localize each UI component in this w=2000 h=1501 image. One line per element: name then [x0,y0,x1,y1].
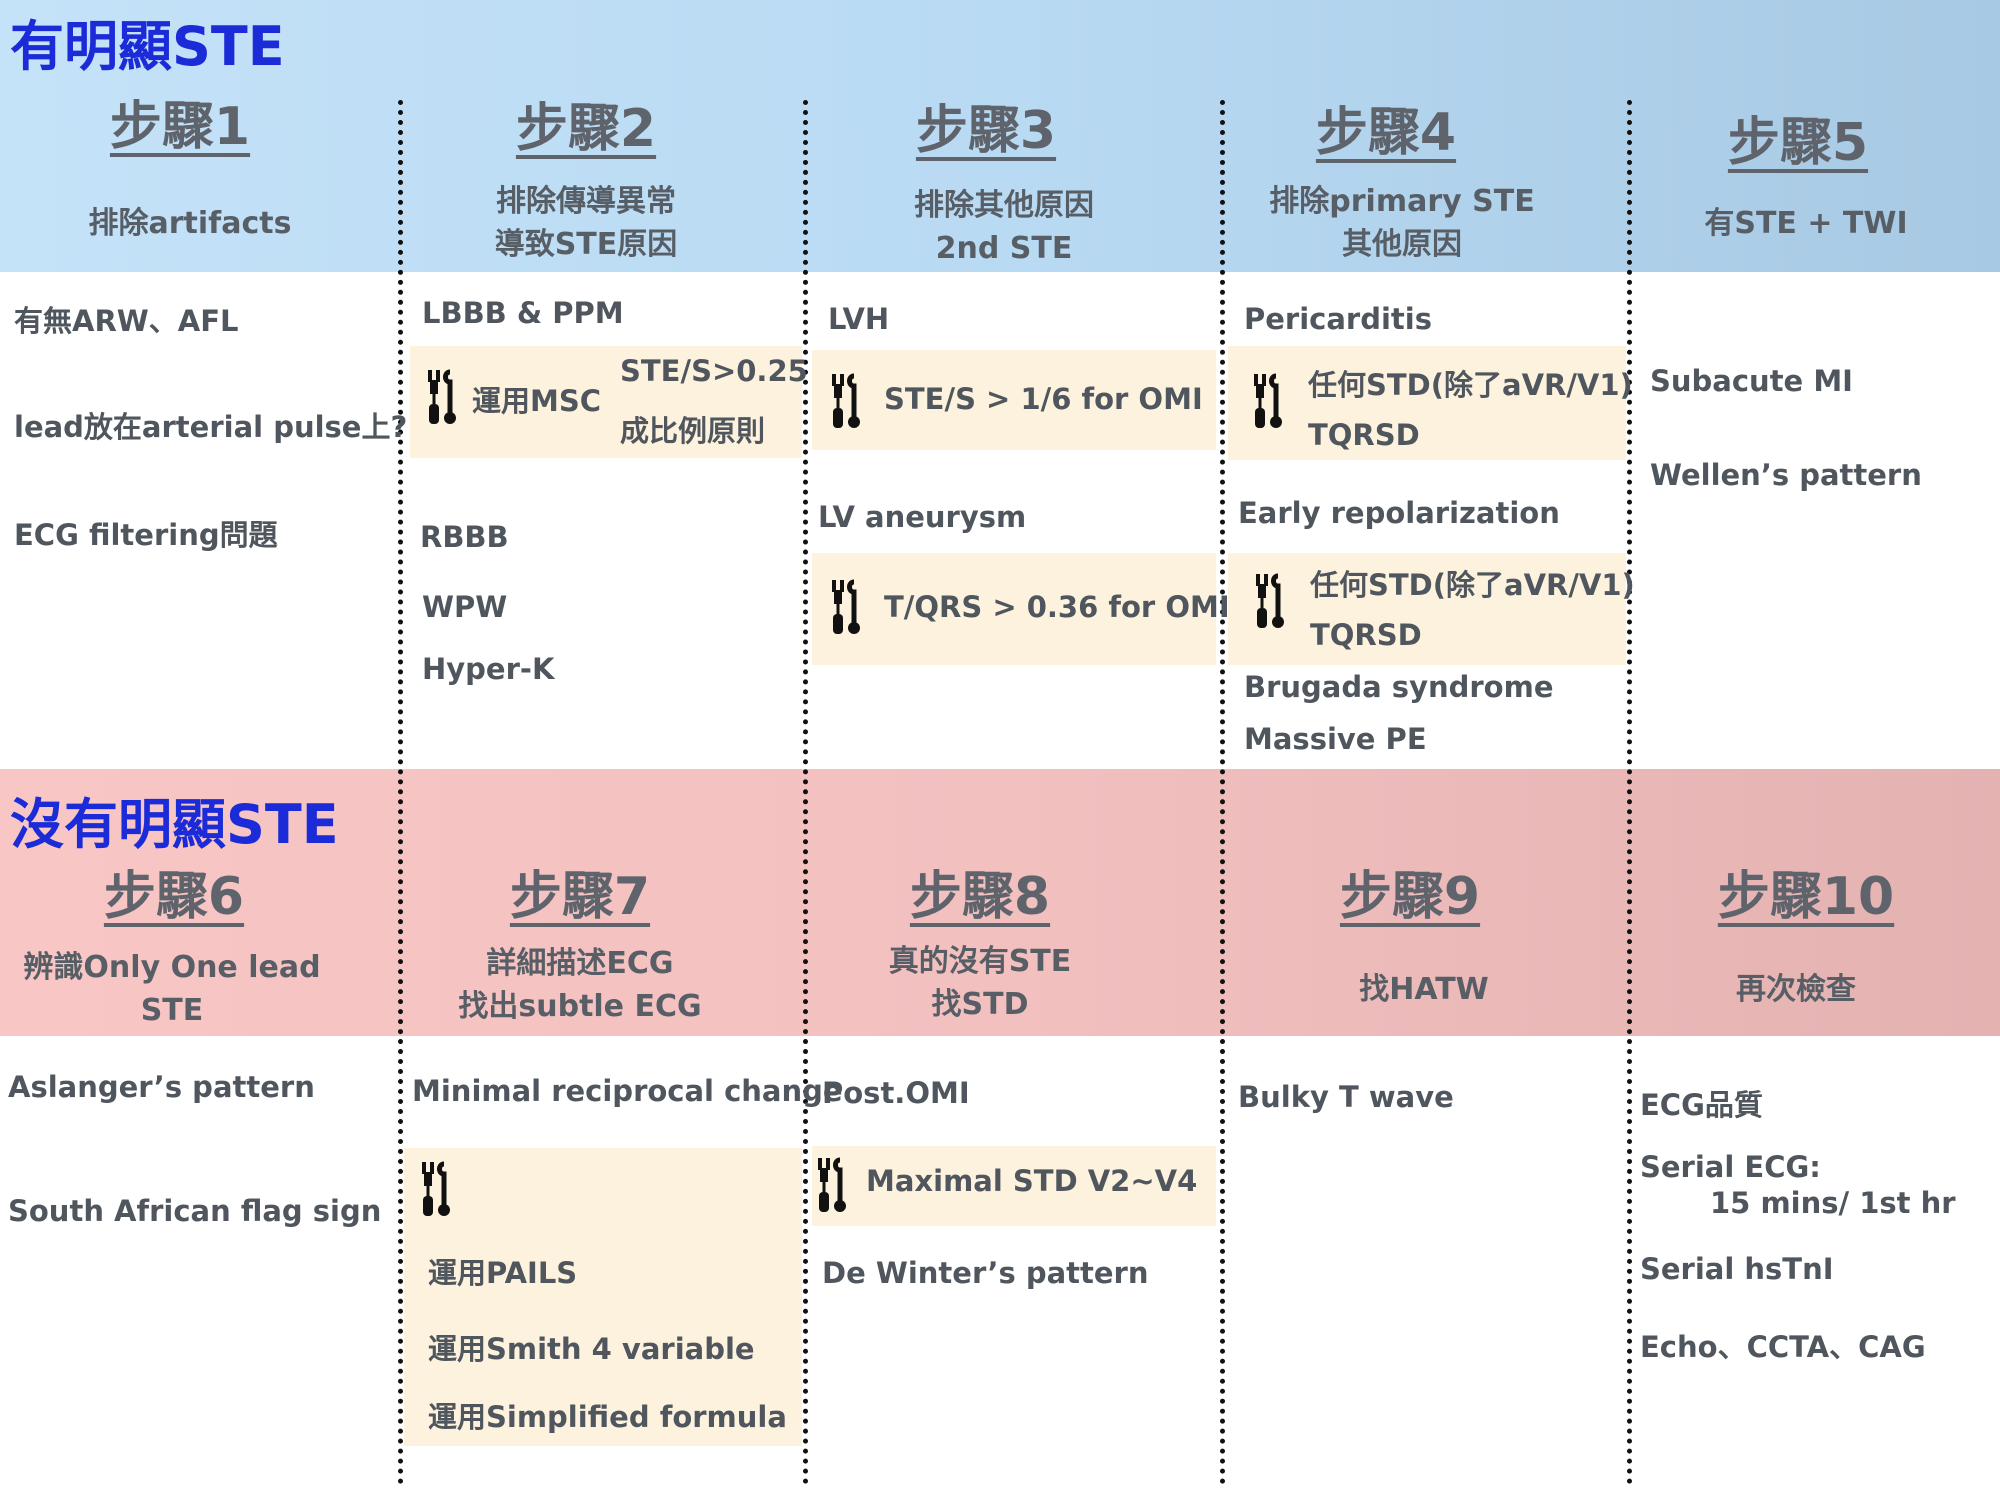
step2-tool-rule2: 成比例原則 [620,414,766,448]
tools-icon [428,369,456,424]
step-10-title: 步驟10 [1717,867,1895,927]
step2-item-lbbb: LBBB & PPM [422,296,624,330]
step10-item-imaging: Echo、CCTA、CAG [1640,1330,1926,1364]
step-1-subtitle: 排除artifacts [88,206,292,241]
step-8-title: 步驟8 [909,867,1051,927]
step-10-subtitle: 再次檢查 [1736,972,1856,1007]
step10-item-serial-ecg-detail: 15 mins/ 1st hr [1710,1186,1956,1220]
step-3-title: 步驟3 [915,101,1057,161]
step4-item-brugada: Brugada syndrome [1244,670,1554,704]
step8-tool-text: Maximal STD V2~V4 [866,1164,1198,1198]
step-4-title: 步驟4 [1315,103,1457,163]
column-separator [1220,100,1225,1485]
step6-item: South African flag sign [8,1194,382,1228]
step-5-subtitle: 有STE + TWI [1704,206,1908,241]
step-3-subtitle: 排除其他原因 2nd STE [914,188,1094,266]
step4-tool1-line2: TQRSD [1308,418,1420,452]
step-2-subtitle: 排除傳導異常 導致STE原因 [494,184,678,262]
step-1-title: 步驟1 [109,97,251,157]
step-6-title: 步驟6 [103,867,245,927]
step10-item-ecg-quality: ECG品質 [1640,1088,1763,1122]
step-9-subtitle: 找HATW [1359,972,1489,1007]
step4-item-early-repol: Early repolarization [1238,496,1560,530]
step2-item-hyperk: Hyper-K [422,652,555,686]
step-7-subtitle: 詳細描述ECG 找出subtle ECG [458,946,702,1024]
step4-tool2-line1: 任何STD(除了aVR/V1) [1310,568,1635,602]
step10-item-serial-ecg: Serial ECG: [1640,1150,1821,1184]
step10-item-serial-hstni: Serial hsTnI [1640,1252,1834,1286]
step-6-subtitle: 辨識Only One lead STE [23,950,321,1028]
step-8-subtitle: 真的沒有STE 找STD [888,944,1072,1022]
column-separator [803,100,808,1485]
column-separator [1627,100,1632,1485]
column-separator [398,100,403,1485]
step7-tool-smith: 運用Smith 4 variable [428,1332,755,1366]
step-4-subtitle: 排除primary STE 其他原因 [1269,184,1535,262]
step2-tool-rule1: STE/S>0.25 [620,354,808,388]
step2-item-rbbb: RBBB [420,520,509,554]
tools-icon [818,1157,846,1212]
section-title-without-ste: 沒有明顯STE [10,793,339,856]
tools-icon [832,373,860,428]
step7-tool-pails: 運用PAILS [428,1256,578,1290]
step6-item: Aslanger’s pattern [8,1070,315,1104]
step4-tool1-line1: 任何STD(除了aVR/V1) [1308,368,1633,402]
step8-item-de-winter: De Winter’s pattern [822,1256,1149,1290]
step5-item: Wellen’s pattern [1650,458,1922,492]
step4-tool2-line2: TQRSD [1310,618,1422,652]
step-2-title: 步驟2 [515,99,657,159]
step1-item: ECG filtering問題 [14,518,278,552]
tools-icon [832,579,860,634]
step9-item: Bulky T wave [1238,1080,1454,1114]
step2-item-wpw: WPW [422,590,508,624]
step1-item: lead放在arterial pulse上? [14,410,408,444]
step3-item-lvh: LVH [828,302,890,336]
step5-item: Subacute MI [1650,364,1853,398]
step2-tool-label: 運用MSC [472,384,602,418]
step3-item-lv-aneurysm: LV aneurysm [818,500,1027,534]
section-title-with-ste: 有明顯STE [10,15,285,78]
tools-icon [1256,573,1284,628]
step1-item: 有無ARW、AFL [14,304,239,338]
step7-item-minimal-reciprocal: Minimal reciprocal change [412,1074,843,1108]
step8-item-post-omi: Post.OMI [822,1076,970,1110]
step7-tool-simplified: 運用Simplified formula [428,1400,787,1434]
step3-tool2-text: T/QRS > 0.36 for OMI [884,590,1230,624]
tools-icon [1254,373,1282,428]
step-7-title: 步驟7 [509,867,651,927]
tools-icon [422,1161,450,1216]
step-9-title: 步驟9 [1339,867,1481,927]
step4-item-massive-pe: Massive PE [1244,722,1427,756]
step-5-title: 步驟5 [1727,113,1869,173]
step4-item-pericarditis: Pericarditis [1244,302,1432,336]
step3-tool1-text: STE/S > 1/6 for OMI [884,382,1203,416]
